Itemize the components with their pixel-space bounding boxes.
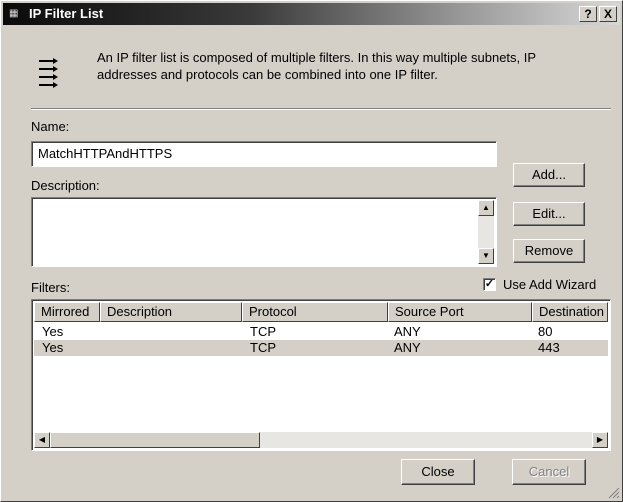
cell-source-port: ANY: [394, 324, 421, 339]
cell-destination: 443: [538, 340, 560, 355]
name-label: Name:: [31, 119, 70, 134]
edit-button[interactable]: Edit...: [513, 202, 585, 226]
description-field[interactable]: ▲ ▼: [31, 197, 497, 267]
separator: [31, 108, 611, 110]
table-row[interactable]: Yes TCP ANY 80: [34, 324, 608, 340]
close-button[interactable]: Close: [401, 459, 475, 485]
cell-mirrored: Yes: [42, 340, 64, 355]
remove-button[interactable]: Remove: [513, 239, 585, 263]
cell-protocol: TCP: [250, 324, 276, 339]
cell-destination: 80: [538, 324, 553, 339]
description-scrollbar[interactable]: ▲ ▼: [478, 200, 494, 264]
column-header-destination[interactable]: Destination: [532, 302, 608, 322]
filters-list[interactable]: Mirrored Description Protocol Source Por…: [31, 299, 611, 451]
column-header-protocol[interactable]: Protocol: [242, 302, 388, 322]
info-text: An IP filter list is composed of multipl…: [97, 50, 536, 82]
filter-list-icon: [39, 58, 58, 88]
cancel-button[interactable]: Cancel: [512, 459, 586, 485]
table-row[interactable]: Yes TCP ANY 443: [34, 340, 608, 356]
close-window-button[interactable]: X: [599, 6, 617, 22]
column-header-source-port[interactable]: Source Port: [388, 302, 532, 322]
app-icon: ▦: [9, 8, 19, 19]
window-title: IP Filter List: [29, 6, 104, 21]
scroll-right-icon[interactable]: ▶: [592, 432, 608, 448]
add-button[interactable]: Add...: [513, 163, 585, 187]
use-add-wizard-label[interactable]: Use Add Wizard: [503, 277, 596, 293]
cell-mirrored: Yes: [42, 324, 64, 339]
resize-grip-icon[interactable]: [608, 487, 620, 499]
scroll-left-icon[interactable]: ◀: [34, 432, 50, 448]
column-header-mirrored[interactable]: Mirrored: [34, 302, 100, 322]
column-header-description[interactable]: Description: [100, 302, 242, 322]
cell-protocol: TCP: [250, 340, 276, 355]
scroll-up-icon[interactable]: ▲: [478, 200, 494, 216]
description-label: Description:: [31, 178, 100, 193]
help-button[interactable]: ?: [579, 6, 597, 22]
filters-horizontal-scrollbar[interactable]: ◀ ▶: [34, 432, 608, 448]
scroll-down-icon[interactable]: ▼: [478, 248, 494, 264]
title-bar[interactable]: ▦ IP Filter List ? X: [3, 3, 620, 25]
ip-filter-list-dialog: ▦ IP Filter List ? X An IP filter list i…: [0, 0, 623, 502]
filters-label: Filters:: [31, 280, 70, 295]
scroll-thumb[interactable]: [50, 432, 260, 448]
name-field[interactable]: MatchHTTPAndHTTPS: [31, 141, 497, 167]
cell-source-port: ANY: [394, 340, 421, 355]
use-add-wizard-checkbox[interactable]: ✓: [483, 278, 496, 291]
